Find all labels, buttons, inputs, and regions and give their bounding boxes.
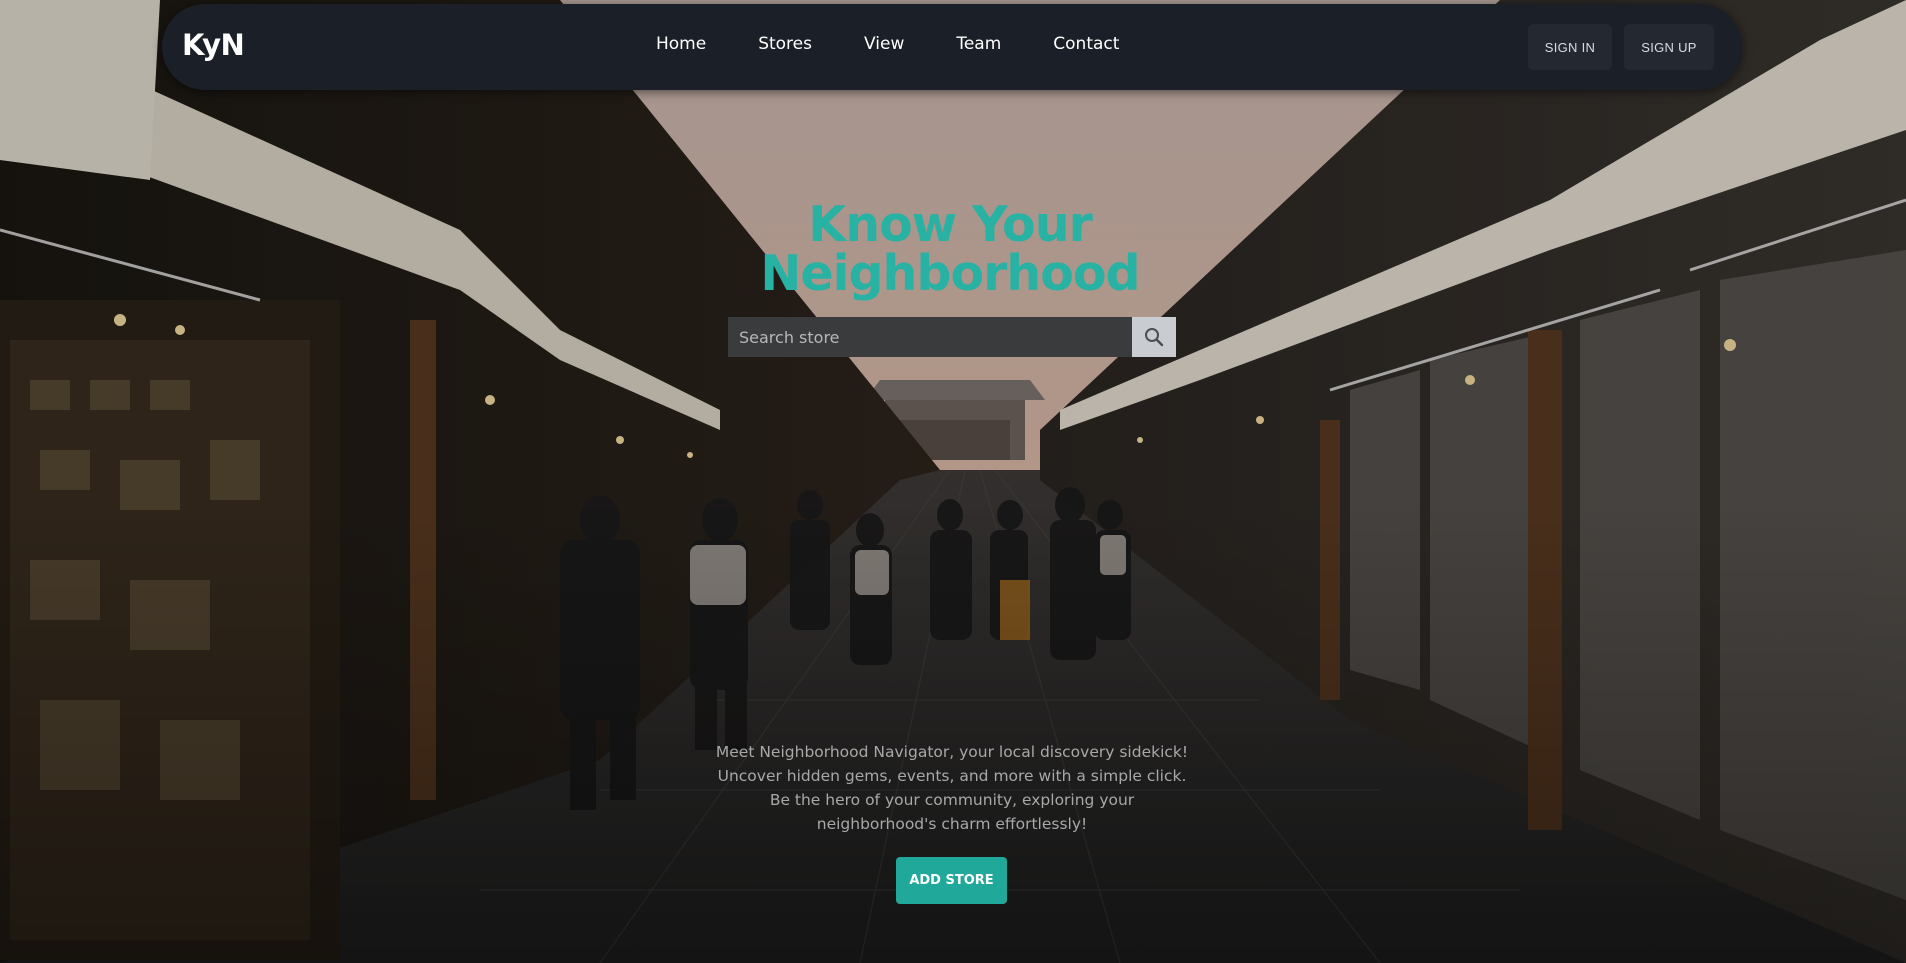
hero-description: Meet Neighborhood Navigator, your local … xyxy=(715,743,1189,833)
store-search-bar xyxy=(728,317,1176,357)
hero-title-line-2: Neighborhood xyxy=(760,245,1140,302)
nav-link-home[interactable]: Home xyxy=(656,34,706,54)
nav-link-view[interactable]: View xyxy=(864,34,904,54)
search-icon xyxy=(1145,328,1164,347)
nav-links: Home Stores View Team Contact xyxy=(656,34,1171,54)
nav-link-team[interactable]: Team xyxy=(956,34,1001,54)
search-button[interactable] xyxy=(1132,317,1176,357)
sign-up-button[interactable]: SIGN UP xyxy=(1624,24,1714,70)
sign-in-button[interactable]: SIGN IN xyxy=(1528,24,1612,70)
site-logo[interactable]: KyN xyxy=(182,28,245,62)
nav-link-stores[interactable]: Stores xyxy=(758,34,812,54)
nav-link-contact[interactable]: Contact xyxy=(1053,34,1119,54)
add-store-button[interactable]: ADD STORE xyxy=(896,857,1007,904)
hero-title: Know Your Neighborhood xyxy=(640,200,1260,298)
top-navbar: KyN Home Stores View Team Contact SIGN I… xyxy=(162,4,1742,90)
search-input[interactable] xyxy=(728,317,1132,357)
